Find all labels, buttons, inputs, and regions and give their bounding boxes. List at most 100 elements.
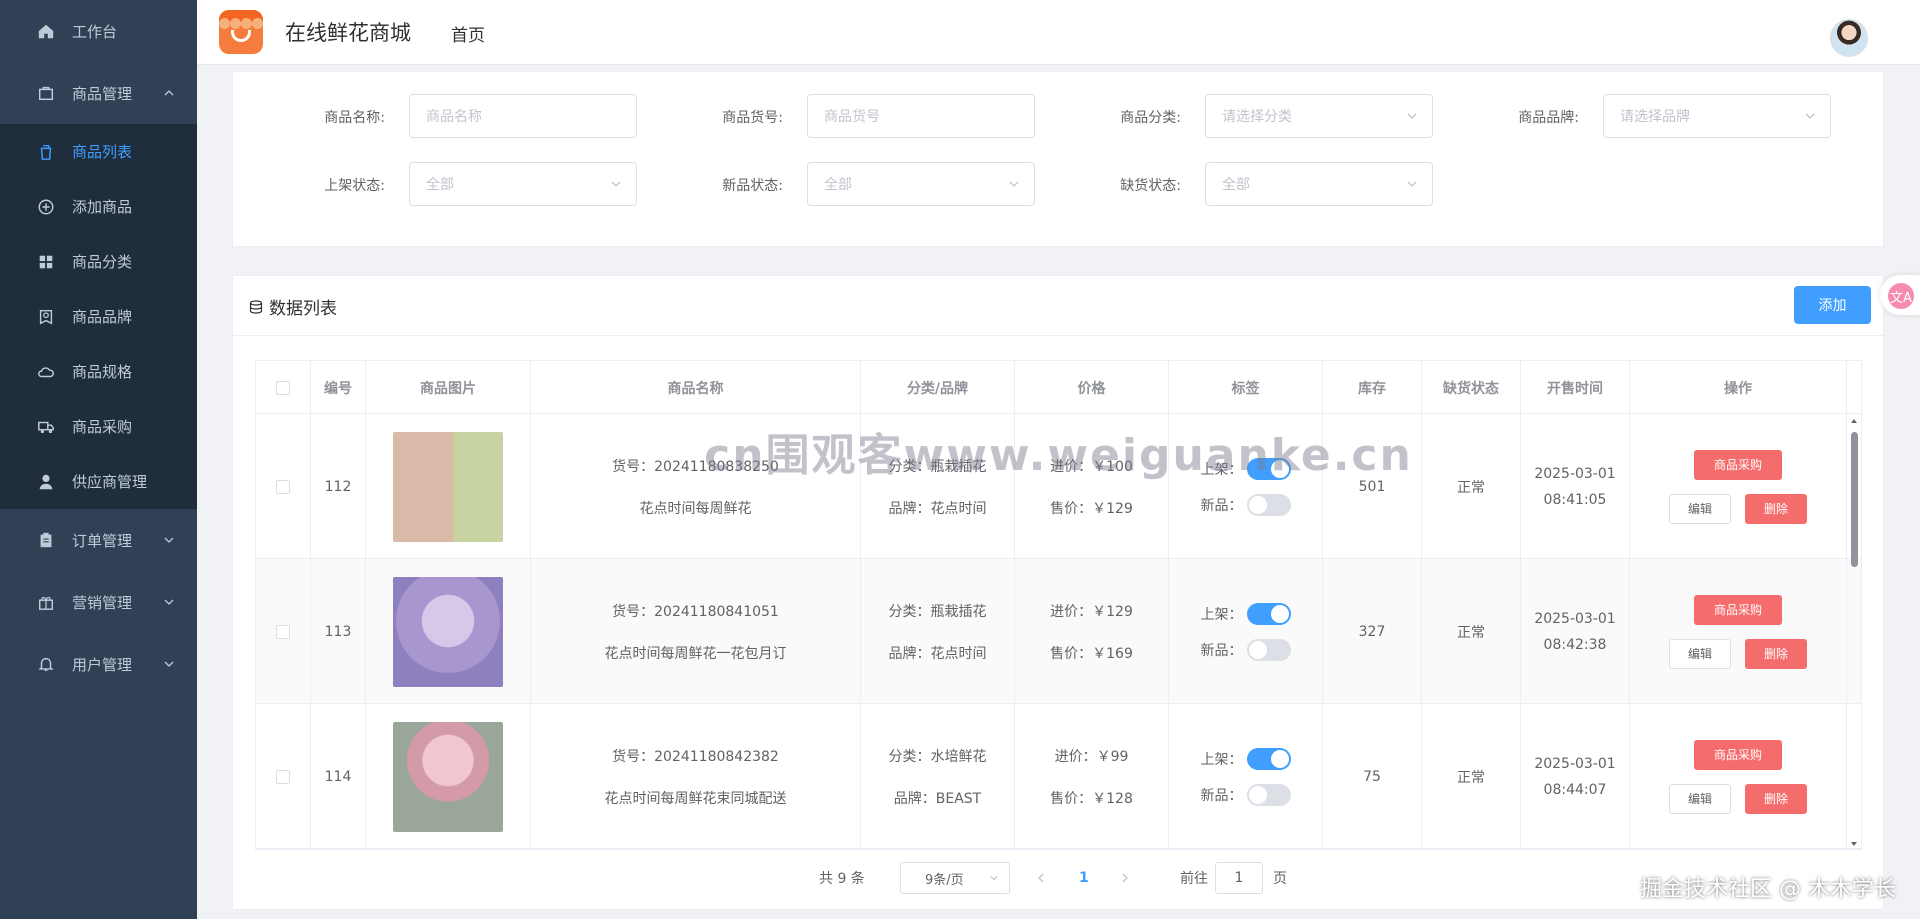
product-sku-input[interactable]: 商品货号 — [807, 94, 1035, 138]
product-table: 编号 商品图片 商品名称 分类/品牌 价格 标签 库存 缺货状态 开售时间 操作… — [255, 360, 1862, 850]
column-header: 缺货状态 — [1422, 361, 1521, 414]
sidebar-item-product-management[interactable]: 商品管理 — [0, 62, 197, 124]
product-image — [393, 576, 503, 687]
sidebar-item-add-product[interactable]: 添加商品 — [0, 179, 197, 234]
edit-button[interactable]: 编辑 — [1669, 638, 1731, 669]
delete-button[interactable]: 删除 — [1745, 493, 1807, 524]
sidebar-item-brand[interactable]: 商品品牌 — [0, 289, 197, 344]
main-content: 商品名称: 商品名称 商品货号: 商品货号 商品分类: 请选择分类 商品品牌: … — [197, 65, 1920, 919]
translate-float-button[interactable]: 文A — [1880, 275, 1920, 315]
edit-button[interactable]: 编辑 — [1669, 783, 1731, 814]
product-brand: 品牌：花点时间 — [888, 645, 987, 662]
sale-time: 08:42:38 — [1543, 636, 1607, 653]
pagination: 共 9 条 9条/页 1 前往 1 页 — [233, 862, 1883, 898]
sidebar-item-supplier[interactable]: 供应商管理 — [0, 454, 197, 509]
purchase-button[interactable]: 商品采购 — [1694, 594, 1782, 625]
delete-button[interactable]: 删除 — [1745, 783, 1807, 814]
chevron-down-icon — [164, 599, 174, 605]
gift-icon — [36, 592, 56, 612]
list-title: 数据列表 — [249, 294, 337, 319]
image-cell — [366, 704, 531, 849]
goto-prefix: 前往 — [1180, 871, 1208, 887]
row-checkbox[interactable] — [276, 769, 290, 784]
tags-cell: 上架： 新品： — [1169, 414, 1323, 559]
new-status-label: 新品状态: — [722, 178, 783, 194]
sidebar-item-purchase[interactable]: 商品采购 — [0, 399, 197, 454]
stock-status-label: 缺货状态: — [1120, 178, 1181, 194]
product-brand-select[interactable]: 请选择品牌 — [1603, 94, 1831, 138]
sale-price: 售价：￥129 — [1050, 500, 1133, 517]
row-checkbox[interactable] — [276, 479, 290, 494]
stock-status-cell: 正常 — [1422, 414, 1521, 559]
new-status-select[interactable]: 全部 — [807, 162, 1035, 206]
product-name-input[interactable]: 商品名称 — [409, 94, 637, 138]
chevron-down-icon — [164, 537, 174, 543]
breadcrumb[interactable]: 首页 — [451, 21, 485, 46]
product-sku: 货号：20241180841051 — [612, 603, 779, 620]
scroll-down-icon[interactable] — [1848, 839, 1860, 849]
chevron-down-icon — [1407, 181, 1417, 187]
stock-status-select[interactable]: 全部 — [1205, 162, 1433, 206]
scroll-up-icon[interactable] — [1848, 416, 1860, 426]
column-header: 标签 — [1169, 361, 1323, 414]
product-category: 分类：水培鲜花 — [888, 748, 987, 765]
category-brand-cell: 分类：水培鲜花 品牌：BEAST — [861, 704, 1015, 849]
on-shelf-switch[interactable] — [1246, 747, 1291, 770]
chevron-down-icon — [611, 181, 621, 187]
prev-page-button[interactable] — [1035, 862, 1047, 894]
sidebar-item-orders[interactable]: 订单管理 — [0, 509, 197, 571]
on-shelf-switch[interactable] — [1246, 457, 1291, 480]
bag-icon — [36, 83, 56, 103]
cost-price: 进价：￥129 — [1050, 603, 1133, 620]
scrollbar-thumb[interactable] — [1851, 432, 1858, 567]
sidebar-item-label: 用户管理 — [72, 655, 133, 674]
chevron-down-icon — [164, 661, 174, 667]
name-cell: 货号：20241180841051 花点时间每周鲜花一花包月订 — [531, 559, 861, 704]
purchase-button[interactable]: 商品采购 — [1694, 739, 1782, 770]
list-header: 数据列表 添加 — [233, 276, 1883, 336]
sale-price: 售价：￥169 — [1050, 645, 1133, 662]
sidebar-item-users[interactable]: 用户管理 — [0, 633, 197, 695]
delete-button[interactable]: 删除 — [1745, 638, 1807, 669]
select-all-checkbox[interactable] — [276, 380, 290, 395]
cost-price: 进价：￥100 — [1050, 458, 1133, 475]
new-switch[interactable] — [1246, 638, 1291, 661]
edit-button[interactable]: 编辑 — [1669, 493, 1731, 524]
sidebar-item-marketing[interactable]: 营销管理 — [0, 571, 197, 633]
sidebar-item-category[interactable]: 商品分类 — [0, 234, 197, 289]
next-page-button[interactable] — [1119, 862, 1131, 894]
product-category-select[interactable]: 请选择分类 — [1205, 94, 1433, 138]
user-icon — [36, 472, 56, 492]
column-header: 分类/品牌 — [861, 361, 1015, 414]
purchase-button[interactable]: 商品采购 — [1694, 449, 1782, 480]
page-number[interactable]: 1 — [1079, 862, 1089, 894]
operations-cell: 商品采购 编辑 删除 — [1630, 559, 1847, 704]
new-switch[interactable] — [1246, 783, 1291, 806]
table-scrollbar[interactable] — [1848, 414, 1860, 849]
product-category: 分类：瓶栽插花 — [888, 603, 987, 620]
goto-page-input[interactable]: 1 — [1215, 862, 1263, 894]
page-size-select[interactable]: 9条/页 — [900, 862, 1010, 894]
image-cell — [366, 559, 531, 704]
on-shelf-label: 上架： — [1200, 461, 1243, 478]
stock-cell: 501 — [1323, 414, 1422, 559]
top-header: 在线鲜花商城 首页 — [197, 0, 1920, 65]
database-icon — [249, 299, 263, 314]
product-name: 花点时间每周鲜花 — [639, 500, 752, 517]
column-header: 编号 — [311, 361, 366, 414]
badge-icon — [36, 307, 56, 327]
row-checkbox[interactable] — [276, 624, 290, 639]
product-brand: 品牌：BEAST — [893, 790, 982, 807]
sidebar-item-dashboard[interactable]: 工作台 — [0, 0, 197, 62]
id-cell: 113 — [311, 559, 366, 704]
add-button[interactable]: 添加 — [1794, 286, 1871, 324]
total-count: 共 9 条 — [819, 871, 865, 887]
table-row: 112 货号：20241180838250 花点时间每周鲜花 分类：瓶栽插花 品… — [256, 414, 1861, 559]
shelf-status-select[interactable]: 全部 — [409, 162, 637, 206]
on-shelf-switch[interactable] — [1246, 602, 1291, 625]
sidebar-item-product-list[interactable]: 商品列表 — [0, 124, 197, 179]
new-switch[interactable] — [1246, 493, 1291, 516]
avatar[interactable] — [1830, 19, 1868, 57]
sidebar-item-spec[interactable]: 商品规格 — [0, 344, 197, 399]
sale-time: 08:44:07 — [1543, 781, 1607, 798]
